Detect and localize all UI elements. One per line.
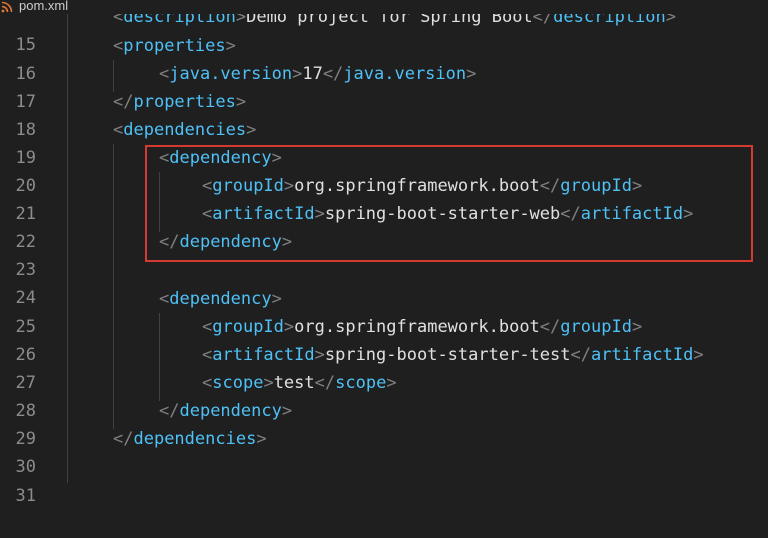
tag-name: groupId: [560, 317, 632, 337]
tag-name: dependency: [169, 289, 272, 309]
tag-bracket: >: [283, 176, 295, 196]
tag-bracket: >: [386, 373, 397, 393]
tag-name: dependency: [169, 148, 272, 168]
tag-bracket: </: [570, 345, 591, 365]
tag-name: properties: [133, 92, 236, 112]
tag-bracket: >: [693, 345, 704, 365]
tag-name: groupId: [560, 176, 632, 196]
tag-bracket: >: [281, 401, 293, 421]
code-line: 22 <artifactId>spring-boot-starter-web</…: [0, 200, 768, 252]
tag-bracket: >: [271, 289, 282, 309]
tag-bracket: >: [235, 92, 247, 112]
tag-bracket: <: [202, 204, 213, 224]
tag-bracket: >: [281, 232, 293, 252]
tag-text: spring-boot-starter-test: [324, 345, 571, 365]
tag-bracket: >: [256, 429, 267, 449]
tag-name: artifactId: [580, 204, 684, 224]
code-line: 21 <groupId>org.springframework.boot</gr…: [0, 172, 768, 224]
tag-bracket: >: [271, 148, 282, 168]
code-line: 28 <scope>test</scope>: [0, 369, 768, 421]
tag-name: scope: [335, 373, 387, 393]
tag-bracket: >: [314, 204, 325, 224]
tag-name: properties: [123, 36, 226, 56]
tag-bracket: <: [159, 289, 170, 309]
tag-text: 17: [302, 64, 323, 84]
tag-bracket: >: [292, 64, 303, 84]
code-line: 24: [0, 256, 768, 308]
tag-bracket: >: [283, 317, 295, 337]
tag-name: dependency: [179, 401, 282, 421]
code-line: 19 <dependencies>: [0, 116, 768, 168]
tag-name: artifactId: [212, 345, 315, 365]
tag-bracket: </: [539, 176, 561, 196]
tag-name: artifactId: [212, 204, 315, 224]
tag-bracket: <: [159, 64, 170, 84]
tag-bracket: <: [202, 373, 213, 393]
tag-name: dependency: [179, 232, 282, 252]
tag-bracket: <: [113, 36, 124, 56]
code-line: 18 </properties>: [0, 88, 768, 140]
code-editor[interactable]: 15 <description>Demo project for Spring …: [0, 0, 768, 506]
tag-bracket: <: [202, 345, 213, 365]
code-line: 30 </dependencies>: [0, 425, 768, 477]
tag-bracket: </: [113, 92, 134, 112]
tag-text: spring-boot-starter-web: [324, 204, 561, 224]
tag-bracket: >: [466, 64, 477, 84]
tag-bracket: <: [113, 120, 124, 140]
tag-bracket: </: [322, 64, 344, 84]
rss-xml-icon: [1, 1, 13, 13]
code-line: 20 <dependency>: [0, 144, 768, 196]
tag-bracket: </: [159, 401, 180, 421]
tag-bracket: </: [560, 204, 581, 224]
tag-name: dependencies: [133, 429, 257, 449]
tag-bracket: >: [263, 373, 274, 393]
tag-bracket: </: [113, 429, 134, 449]
code-line: 16 <properties>: [0, 32, 768, 84]
code-line: 26 <groupId>org.springframework.boot</gr…: [0, 313, 768, 365]
tag-bracket: <: [159, 148, 170, 168]
tab-filename[interactable]: pom.xml: [19, 0, 68, 13]
tag-name: artifactId: [590, 345, 694, 365]
tag-text: org.springframework.boot: [294, 176, 540, 196]
tag-bracket: >: [631, 176, 643, 196]
tag-text: org.springframework.boot: [294, 317, 540, 337]
tag-bracket: >: [683, 204, 694, 224]
tag-name: java.version: [169, 64, 293, 84]
tag-text: test: [273, 373, 315, 393]
code-line: 27 <artifactId>spring-boot-starter-test<…: [0, 341, 768, 393]
code-line: 25 <dependency>: [0, 285, 768, 337]
tag-bracket: >: [246, 120, 257, 140]
tag-bracket: </: [159, 232, 180, 252]
editor-tab[interactable]: pom.xml: [0, 0, 768, 14]
tag-bracket: >: [225, 36, 236, 56]
code-line: 29 </dependency>: [0, 397, 768, 449]
tag-name: scope: [212, 373, 264, 393]
tag-bracket: </: [539, 317, 561, 337]
code-line: 17 <java.version>17</java.version>: [0, 60, 768, 112]
tag-bracket: </: [314, 373, 336, 393]
line-number: 31: [15, 486, 36, 506]
tag-name: dependencies: [123, 120, 247, 140]
code-line: 23 </dependency>: [0, 228, 768, 280]
tag-bracket: >: [314, 345, 325, 365]
tag-name: groupId: [212, 176, 284, 196]
code-line: 31: [0, 454, 768, 506]
tag-name: groupId: [212, 317, 284, 337]
tag-bracket: >: [631, 317, 643, 337]
tag-bracket: <: [202, 176, 213, 196]
tag-name: java.version: [343, 64, 467, 84]
tag-bracket: <: [202, 317, 213, 337]
